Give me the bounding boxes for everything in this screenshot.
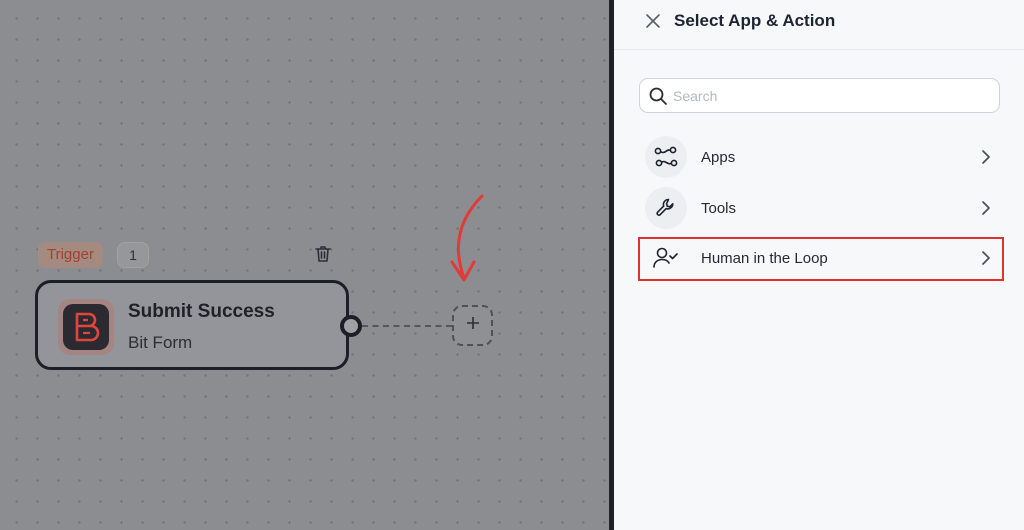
panel-header: Select App & Action	[614, 0, 1024, 50]
menu-item-tools[interactable]: Tools	[639, 186, 1001, 232]
menu-item-label: Apps	[701, 149, 736, 166]
highlight-box	[638, 237, 1004, 281]
menu-item-label: Tools	[701, 200, 737, 217]
wrench-icon	[645, 187, 687, 229]
panel-title: Select App & Action	[674, 11, 836, 30]
add-node-button[interactable]	[452, 305, 493, 346]
trigger-node[interactable]: Submit Success Bit Form	[35, 280, 349, 370]
search-icon	[648, 86, 668, 106]
search-input[interactable]	[673, 83, 993, 109]
node-title: Submit Success	[128, 301, 275, 322]
chevron-right-icon	[979, 149, 993, 165]
menu-item-apps[interactable]: Apps	[639, 135, 1001, 181]
trash-icon[interactable]	[309, 241, 337, 267]
dashed-connector	[362, 325, 452, 327]
plus-icon	[466, 316, 480, 335]
trigger-count-badge: 1	[117, 242, 149, 268]
trigger-badge: Trigger	[38, 242, 103, 268]
red-arrow-icon	[430, 190, 490, 295]
node-output-handle[interactable]	[340, 315, 362, 337]
search-box[interactable]	[639, 78, 1000, 113]
close-icon[interactable]	[642, 10, 664, 32]
bit-form-logo-icon	[58, 299, 114, 355]
chevron-right-icon	[979, 200, 993, 216]
node-subtitle: Bit Form	[128, 333, 193, 352]
apps-connect-icon	[645, 136, 687, 178]
